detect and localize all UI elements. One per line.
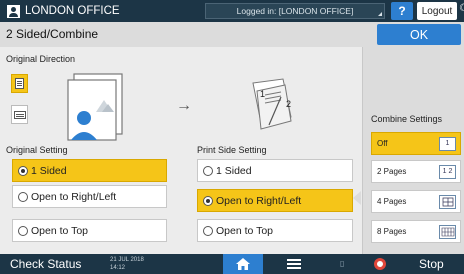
option-label: Open to Top [216,224,274,237]
selection-pointer-icon [353,191,361,205]
original-direction-label: Original Direction [6,54,76,64]
radio-icon [18,225,28,236]
moon-icon[interactable]: ☾ [459,3,464,19]
radio-icon [203,225,213,236]
bottom-bar: Check Status 21 JUL 2018 14:12 ▯ Stop [0,254,464,274]
stop-label: Stop [419,257,444,271]
option-label: Open to Top [31,224,89,237]
ok-button[interactable]: OK [377,24,461,45]
top-bar: LONDON OFFICE Logged in: [LONDON OFFICE]… [0,0,464,22]
landscape-page-icon [13,110,26,119]
menu-icon-line [287,263,301,265]
combine-2-pages-icon: 1 2 [439,164,456,179]
combine-settings-label: Combine Settings [371,114,443,124]
original-setting-option-1-sided[interactable]: 1 Sided [12,159,167,182]
option-label: 2 Pages [377,167,407,176]
stop-button[interactable]: Stop [370,254,464,274]
user-icon [7,4,20,18]
option-label: 8 Pages [377,227,407,236]
option-label: 1 Sided [31,164,67,177]
option-label: 4 Pages [377,197,407,206]
home-button[interactable] [223,254,263,274]
menu-icon-line [287,259,301,261]
combine-option-2-pages[interactable]: 2 Pages 1 2 [371,160,461,183]
original-document-illustration [67,73,123,141]
original-setting-option-open-top[interactable]: Open to Top [12,219,167,242]
print-side-setting-label: Print Side Setting [197,145,267,155]
original-setting-option-open-right-left[interactable]: Open to Right/Left [12,185,167,208]
combine-option-4-pages[interactable]: 4 Pages [371,190,461,213]
title-row: 2 Sided/Combine OK [0,22,464,47]
option-label: Open to Right/Left [216,194,302,207]
combine-8-pages-icon [439,224,456,239]
combine-4-pages-icon [439,194,456,209]
portrait-page-icon [15,78,24,89]
check-status-button[interactable]: Check Status [10,257,81,271]
combine-off-icon: 1 [439,136,456,151]
user-indicator: LONDON OFFICE [0,1,132,21]
stop-icon [374,258,386,270]
user-name: LONDON OFFICE [25,5,120,17]
radio-icon [203,165,213,176]
print-side-option-1-sided[interactable]: 1 Sided [197,159,353,182]
direction-portrait-button[interactable] [11,74,28,93]
main-panel: Original Direction → 1 2 Original Settin… [0,47,464,254]
radio-icon [18,165,28,176]
page-title: 2 Sided/Combine [6,27,99,41]
status-indicator-icon: ▯ [340,259,345,268]
menu-icon-line [287,267,301,269]
combine-settings-panel: Combine Settings Off 1 2 Pages 1 2 4 Pag… [362,47,464,254]
page-number-1: 1 [260,89,266,99]
menu-button[interactable] [287,257,301,271]
login-status-text: Logged in: [LONDON OFFICE] [236,6,354,16]
combine-option-off[interactable]: Off 1 [371,132,461,155]
date-text: 21 JUL 2018 [110,257,144,263]
option-label: 1 Sided [216,164,252,177]
print-side-option-open-right-left[interactable]: Open to Right/Left [197,189,353,212]
help-button[interactable]: ? [391,2,413,20]
page-number-2: 2 [286,99,292,109]
date-time-display: 21 JUL 2018 14:12 [110,256,144,272]
corner-arrow-icon [378,12,382,16]
time-text: 14:12 [110,265,126,271]
direction-landscape-button[interactable] [11,105,28,124]
logout-button[interactable]: Logout [417,2,457,20]
print-side-option-open-top[interactable]: Open to Top [197,219,353,242]
login-status-box[interactable]: Logged in: [LONDON OFFICE] [205,3,385,19]
combine-option-8-pages[interactable]: 8 Pages [371,220,461,243]
right-arrow-icon: → [176,97,192,114]
radio-icon [203,195,213,206]
option-label: Open to Right/Left [31,190,117,203]
home-icon [236,258,250,270]
option-label: Off [377,139,388,148]
original-setting-label: Original Setting [6,145,68,155]
radio-icon [18,191,28,202]
